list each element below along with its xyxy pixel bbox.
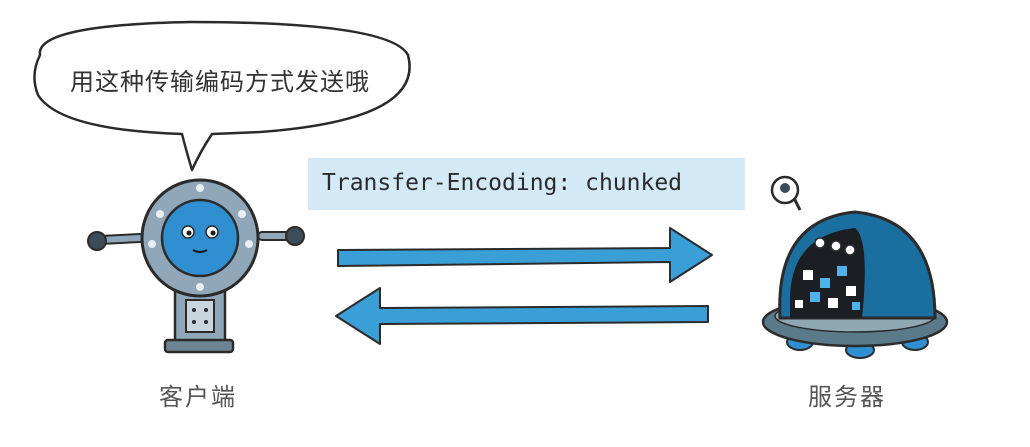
- speech-bubble-text: 用这种传输编码方式发送哦: [70, 68, 370, 96]
- arrow-left-icon: [335, 287, 709, 345]
- arrow-right-icon: [337, 227, 713, 283]
- transfer-encoding-header: Transfer-Encoding: chunked: [322, 170, 683, 196]
- server-label: 服务器: [808, 383, 886, 411]
- client-label: 客户端: [159, 383, 237, 411]
- server-robot-icon: [761, 175, 949, 359]
- client-robot-icon: [87, 178, 305, 354]
